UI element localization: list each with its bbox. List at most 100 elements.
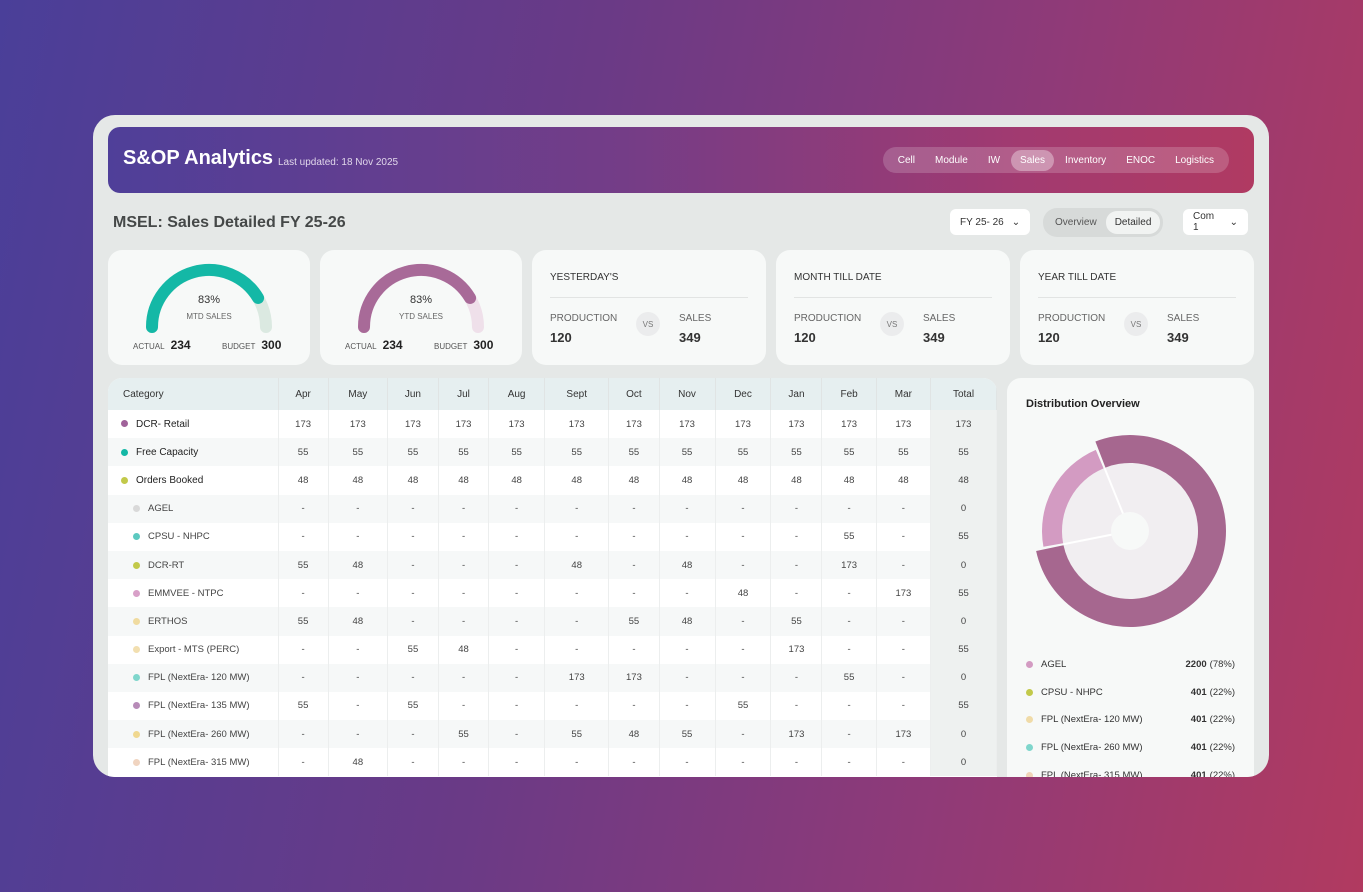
table-cell: - [715, 494, 772, 523]
table-cell: - [387, 579, 439, 608]
page-title: MSEL: Sales Detailed FY 25-26 [113, 214, 346, 231]
row-category: FPL (NextEra- 135 MW) [108, 691, 279, 721]
table-row[interactable]: Free Capacity 55 55 55 55 55 55 55 55 55 55 55 55 55 [108, 438, 997, 467]
table-cell: 173 [770, 410, 823, 439]
column-header[interactable]: Mar [876, 378, 932, 410]
table-row[interactable]: FPL (NextEra- 315 MW) -48- - - - - - - - - -0 [108, 748, 997, 777]
column-header[interactable]: Feb [821, 378, 877, 410]
legend-item[interactable]: AGEL 2200 (78%) [1026, 659, 1235, 670]
table-row[interactable]: Orders Booked 48 48 48 48 48 48 48 48 48 48 48 48 48 [108, 466, 997, 495]
row-category: Free Capacity [108, 438, 279, 467]
table-cell: - [278, 663, 329, 692]
table-row[interactable]: ERTHOS 55 48- - - -55 48-55- -0 [108, 607, 997, 636]
column-header[interactable]: Oct [608, 378, 660, 410]
view-toggle: Overview Detailed [1043, 208, 1164, 237]
table-cell: 48 [438, 466, 490, 495]
detailed-toggle[interactable]: Detailed [1105, 211, 1161, 234]
table-cell: 48 [328, 748, 388, 777]
stat-title: YEAR TILL DATE [1038, 272, 1117, 283]
company-select-value: Com 1 [1193, 211, 1215, 233]
table-cell: - [328, 635, 388, 664]
fy-select[interactable]: FY 25- 26 ⌄ [950, 209, 1031, 235]
production-label: PRODUCTION [1038, 313, 1106, 324]
nav-tab-logistics[interactable]: Logistics [1166, 150, 1223, 171]
table-row[interactable]: EMMVEE - NTPC - - - - - - - -48- -173 55 [108, 579, 997, 608]
table-cell: 55 [770, 607, 823, 636]
table-cell: - [278, 635, 329, 664]
table-cell: - [770, 522, 823, 551]
table-cell: - [488, 748, 546, 777]
column-header[interactable]: Total [930, 378, 997, 410]
table-cell: - [387, 663, 439, 692]
table-cell: - [770, 663, 823, 692]
table-cell: 173 [608, 663, 660, 692]
table-cell: - [278, 494, 329, 523]
column-header[interactable]: Category [108, 378, 279, 410]
divider [1038, 297, 1236, 298]
legend-item[interactable]: FPL (NextEra- 120 MW) 401 (22%) [1026, 714, 1235, 725]
legend-item[interactable]: FPL (NextEra- 260 MW) 401 (22%) [1026, 742, 1235, 753]
stat-card-1: MONTH TILL DATE PRODUCTION 120 VS SALES … [776, 250, 1010, 365]
table-row[interactable]: FPL (NextEra- 120 MW) - - - - -173 173- - -55-0 [108, 663, 997, 692]
column-header[interactable]: Sept [544, 378, 610, 410]
table-cell: 173 [544, 663, 610, 692]
column-header[interactable]: Aug [488, 378, 546, 410]
table-row[interactable]: FPL (NextEra- 260 MW) - - -55-55 48 55-173-17… [108, 720, 997, 749]
table-row[interactable]: DCR- Retail 173 173 173 173 173 173 173 173 173 17… [108, 410, 997, 439]
table-cell: 55 [278, 607, 329, 636]
table-cell: - [544, 607, 610, 636]
table-cell: - [659, 579, 716, 608]
table-cell: 55 [821, 663, 877, 692]
table-cell: 48 [876, 466, 932, 495]
table-row[interactable]: AGEL - - - - - - - - - - - -0 [108, 494, 997, 523]
table-cell: 173 [715, 410, 772, 439]
table-cell: 173 [278, 410, 329, 439]
row-total: 55 [930, 522, 997, 551]
column-header[interactable]: Jan [770, 378, 823, 410]
column-header[interactable]: Jul [438, 378, 490, 410]
table-cell: 48 [821, 466, 877, 495]
nav-tab-inventory[interactable]: Inventory [1056, 150, 1115, 171]
nav-tab-module[interactable]: Module [926, 150, 977, 171]
table-cell: 173 [438, 410, 490, 439]
last-updated: Last updated: 18 Nov 2025 [278, 157, 399, 168]
row-total: 0 [930, 550, 997, 580]
sales-value: 349 [679, 330, 701, 345]
nav-tab-enoc[interactable]: ENOC [1117, 150, 1164, 171]
table-row[interactable]: CPSU - NHPC - - - - - - - - - -55-55 [108, 522, 997, 551]
column-header[interactable]: Dec [715, 378, 772, 410]
category-dot-icon [133, 730, 140, 738]
column-header[interactable]: May [328, 378, 388, 410]
column-header[interactable]: Apr [278, 378, 329, 410]
table-cell: - [608, 550, 660, 580]
column-header[interactable]: Nov [659, 378, 716, 410]
table-row[interactable]: Export - MTS (PERC) - -55 48- - - - -173- -55 [108, 635, 997, 664]
sales-label: SALES [923, 313, 956, 324]
table-cell: 173 [876, 579, 932, 608]
table-cell: 55 [387, 438, 439, 467]
table-cell: - [715, 663, 772, 692]
table-cell: 173 [488, 410, 546, 439]
nav-tab-iw[interactable]: IW [979, 150, 1009, 171]
table-cell: - [770, 550, 823, 580]
row-category: Export - MTS (PERC) [108, 635, 279, 664]
company-select[interactable]: Com 1 ⌄ [1183, 209, 1248, 235]
table-cell: - [387, 550, 439, 580]
column-header[interactable]: Jun [387, 378, 439, 410]
table-cell: 55 [544, 438, 610, 467]
nav-tab-cell[interactable]: Cell [889, 150, 924, 171]
legend-item[interactable]: CPSU - NHPC 401 (22%) [1026, 687, 1235, 698]
table-row[interactable]: FPL (NextEra- 135 MW) 55-55- - - - -55- - -55 [108, 691, 997, 721]
overview-toggle[interactable]: Overview [1046, 211, 1106, 234]
category-dot-icon [121, 420, 128, 428]
category-dot-icon [133, 533, 140, 541]
table-cell: - [488, 494, 546, 523]
table-cell: 55 [278, 550, 329, 580]
table-cell: - [544, 635, 610, 664]
nav-tab-sales[interactable]: Sales [1011, 149, 1055, 171]
table-cell: - [608, 522, 660, 551]
production-label: PRODUCTION [794, 313, 862, 324]
gauge-card-0: 83% MTD SALES ACTUAL 234 BUDGET 300 [108, 250, 310, 365]
table-row[interactable]: DCR-RT 55 48- - -48-48- -173-0 [108, 550, 997, 580]
legend-item[interactable]: FPL (NextEra- 315 MW) 401 (22%) [1026, 770, 1235, 777]
